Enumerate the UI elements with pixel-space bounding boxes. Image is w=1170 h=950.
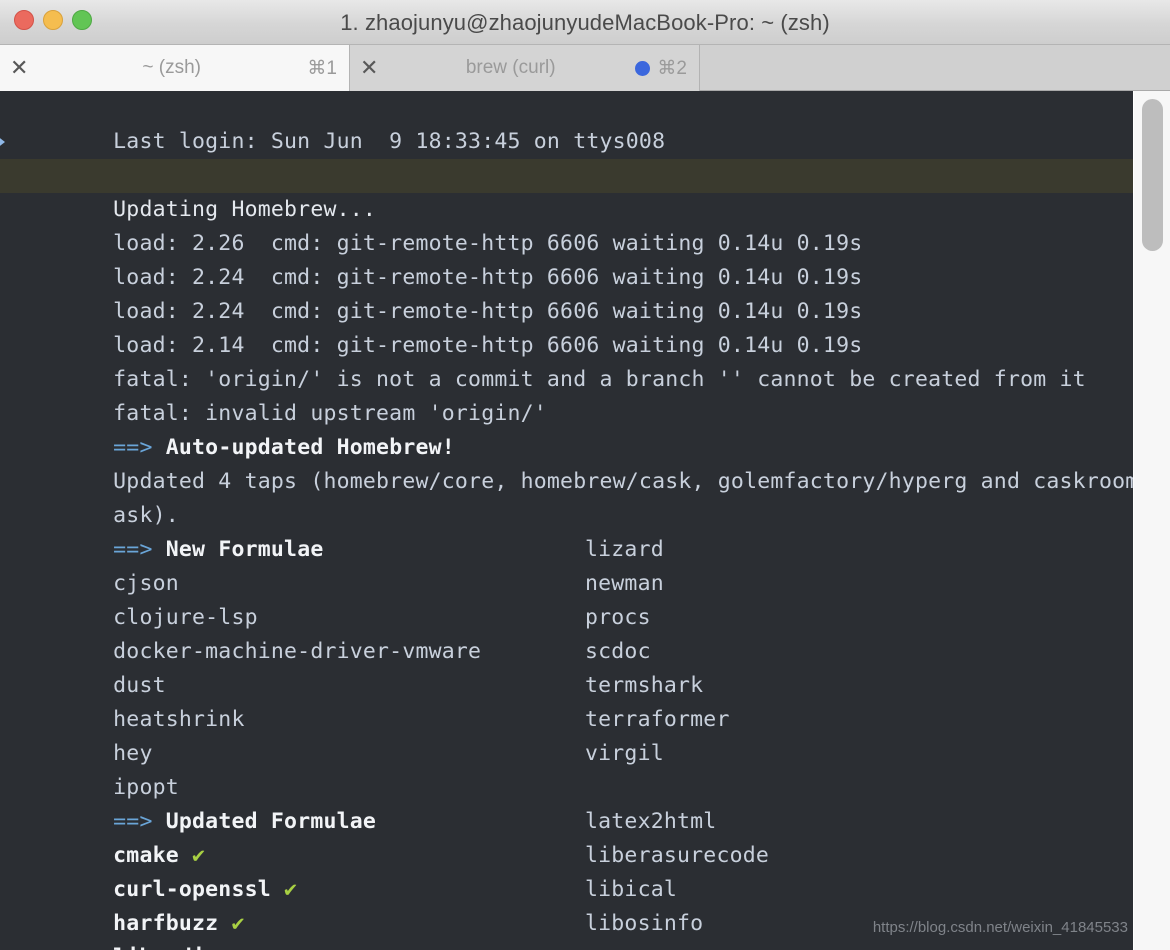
updated-formula-name: libsodium xyxy=(113,945,231,950)
new-formulae-row: hey terraformer xyxy=(0,703,1133,766)
tab-bar: ✕ ~ (zsh) ⌘1 ✕ brew (curl) ⌘2 xyxy=(0,45,1170,91)
terminal-line-updated-taps-2: ask). xyxy=(0,465,1133,528)
formula-name: termshark xyxy=(585,673,704,698)
watermark-url: https://blog.csdn.net/weixin_41845533 xyxy=(872,919,1128,936)
terminal-line-load-3: load: 2.24 cmd: git-remote-http 6606 wai… xyxy=(0,261,1133,324)
terminal-line-prompt: ~ $ brew tap ethereum/ethereum xyxy=(0,125,1133,188)
tab-zsh[interactable]: ✕ ~ (zsh) ⌘1 xyxy=(0,45,350,91)
formula-name: virgil xyxy=(585,741,664,766)
title-bar: 1. zhaojunyu@zhaojunyudeMacBook-Pro: ~ (… xyxy=(0,0,1170,45)
terminal-output-area[interactable]: Last login: Sun Jun 9 18:33:45 on ttys00… xyxy=(0,91,1170,950)
maximize-window-button[interactable] xyxy=(72,10,92,30)
tab-shortcut: ⌘2 xyxy=(657,57,687,79)
tab-label: ~ (zsh) xyxy=(142,57,202,78)
terminal-line-load-2: load: 2.24 cmd: git-remote-http 6606 wai… xyxy=(0,227,1133,290)
terminal-line-auto-updated: ==> Auto-updated Homebrew! xyxy=(0,397,1133,460)
updated-formula-name: libical xyxy=(585,877,678,902)
space-9 xyxy=(231,945,244,950)
vertical-scroll-thumb[interactable] xyxy=(1142,99,1163,251)
formula-name: procs xyxy=(585,605,651,630)
terminal-line-load-4: load: 2.14 cmd: git-remote-http 6606 wai… xyxy=(0,295,1133,358)
tab-shortcut: ⌘1 xyxy=(307,57,337,79)
minimize-window-button[interactable] xyxy=(43,10,63,30)
vertical-scrollbar[interactable] xyxy=(1133,91,1170,950)
terminal-line-updating: Updating Homebrew... xyxy=(0,159,1133,222)
terminal-line-fatal-1: fatal: 'origin/' is not a commit and a b… xyxy=(0,329,1133,392)
new-formulae-row: dust scdoc xyxy=(0,635,1133,698)
updated-formulae-row: harfbuzz ✔ libical xyxy=(0,873,1133,936)
terminal-line-last-login: Last login: Sun Jun 9 18:33:45 on ttys00… xyxy=(0,91,1133,154)
terminal-line-updated-taps-1: Updated 4 taps (homebrew/core, homebrew/… xyxy=(0,431,1133,494)
updated-formulae-row: cmake ✔ latex2html xyxy=(0,805,1133,868)
terminal-window: 1. zhaojunyu@zhaojunyudeMacBook-Pro: ~ (… xyxy=(0,0,1170,950)
close-window-button[interactable] xyxy=(14,10,34,30)
formula-name: terraformer xyxy=(585,707,730,732)
formula-name: lizard xyxy=(585,537,664,562)
updated-formula-name: latex2html xyxy=(585,809,717,834)
checkmark-icon: ✔ xyxy=(245,945,258,950)
window-title: 1. zhaojunyu@zhaojunyudeMacBook-Pro: ~ (… xyxy=(340,10,830,35)
new-formulae-row: docker-machine-driver-vmware procs xyxy=(0,601,1133,664)
terminal-lines: Last login: Sun Jun 9 18:33:45 on ttys00… xyxy=(0,91,1133,950)
activity-dot-icon xyxy=(635,60,651,76)
new-formulae-row: cjson lizard xyxy=(0,533,1133,596)
tab-bar-empty-area xyxy=(700,45,1170,90)
updated-formulae-row: curl-openssl ✔ liberasurecode xyxy=(0,839,1133,902)
terminal-line-new-formulae-heading: ==> New Formulae xyxy=(0,499,1133,562)
terminal-line-updated-formulae-heading: ==> Updated Formulae xyxy=(0,771,1133,834)
new-formulae-row: ipopt virgil xyxy=(0,737,1133,800)
prompt-arrow-icon xyxy=(0,132,5,152)
tab-brew-curl[interactable]: ✕ brew (curl) ⌘2 xyxy=(350,45,700,91)
formula-name: scdoc xyxy=(585,639,651,664)
new-formulae-row: heatshrink termshark xyxy=(0,669,1133,732)
updated-formula-name: libosinfo xyxy=(585,911,704,936)
new-formulae-row: clojure-lsp newman xyxy=(0,567,1133,630)
updated-formula-name: liberasurecode xyxy=(585,843,770,868)
tab-label: brew (curl) xyxy=(465,57,556,78)
terminal-line-load-1: load: 2.26 cmd: git-remote-http 6606 wai… xyxy=(0,193,1133,256)
formula-name: newman xyxy=(585,571,664,596)
window-controls xyxy=(14,10,92,30)
terminal-line-fatal-2: fatal: invalid upstream 'origin/' xyxy=(0,363,1133,426)
close-icon[interactable]: ✕ xyxy=(10,57,36,79)
close-icon[interactable]: ✕ xyxy=(360,57,386,79)
